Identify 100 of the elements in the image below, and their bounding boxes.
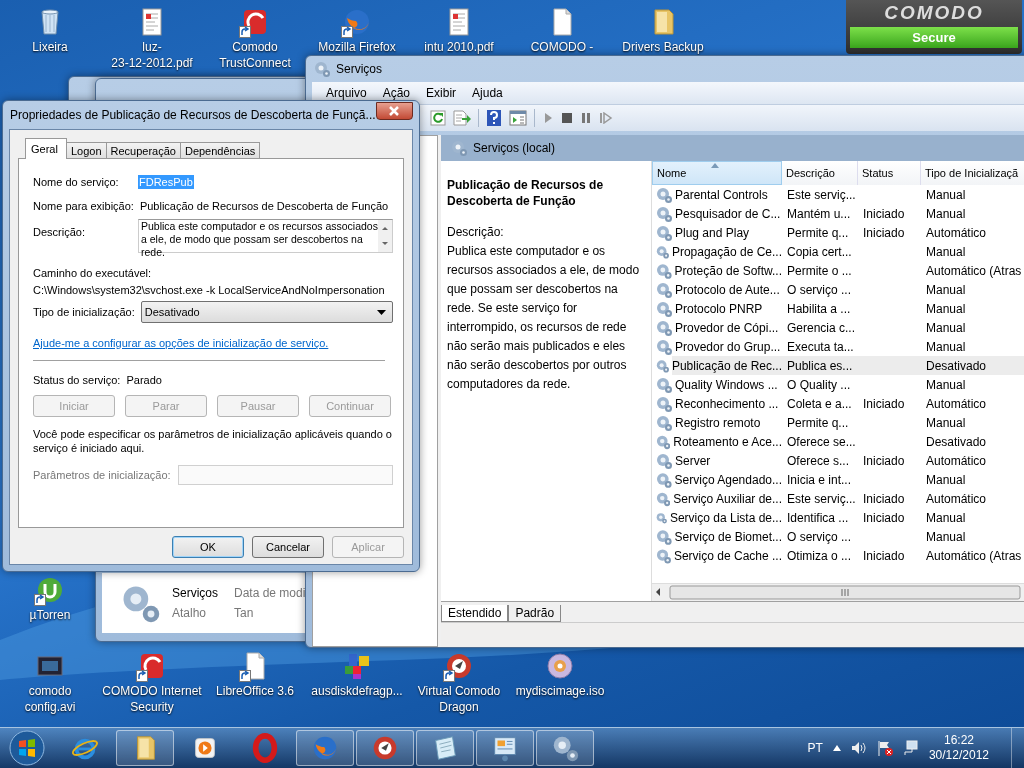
scrollbar[interactable] xyxy=(378,220,392,252)
table-cell-text: Automático (Atras xyxy=(925,547,1023,565)
menu-item[interactable]: Arquivo xyxy=(318,84,375,102)
table-row[interactable]: Serviço Agendado... Inicia e int... Manual xyxy=(652,470,1024,489)
table-cell-text: Copia cert... xyxy=(786,243,853,261)
file-type: Atalho xyxy=(172,606,208,620)
table-cell-text: Mantém u... xyxy=(786,205,852,223)
status-bar: Secure xyxy=(850,27,1018,48)
menu-item[interactable]: Ajuda xyxy=(464,84,511,102)
speaker-icon[interactable] xyxy=(850,741,867,755)
table-cell-text: Oferece se... xyxy=(786,433,857,451)
table-row[interactable]: Reconhecimento ... Coleta e a... Iniciado Automático xyxy=(652,394,1024,413)
taskbar-button[interactable] xyxy=(416,730,474,766)
language-indicator[interactable]: PT xyxy=(807,741,823,755)
table-row[interactable]: Serviço da Lista de... Identifica ... Iniciado Manual xyxy=(652,508,1024,527)
table-cell-text: Protocolo PNRP xyxy=(675,300,763,318)
refresh-icon[interactable] xyxy=(430,110,446,126)
table-row[interactable]: Registro remoto Permite q... Manual xyxy=(652,413,1024,432)
table-cell-text: Manual xyxy=(925,281,967,299)
table-cell-text: Iniciado xyxy=(862,509,906,527)
icon-label: TrustConnect xyxy=(219,56,291,70)
table-row[interactable]: Server Oferece s... Iniciado Automático xyxy=(652,451,1024,470)
field-label: Status do serviço: xyxy=(33,373,121,387)
table-row[interactable]: Provedor de Cópi... Gerencia c... Manual xyxy=(652,318,1024,337)
gear-icon xyxy=(656,376,672,393)
table-row[interactable]: Roteamento e Ace... Oferece se... Desativado xyxy=(652,432,1024,451)
table-cell-text: O Quality ... xyxy=(786,376,852,394)
table-row[interactable]: Protocolo de Aute... O serviço ... Manual xyxy=(652,280,1024,299)
view-tab[interactable]: Padrão xyxy=(508,605,562,622)
desktop-icon[interactable] xyxy=(544,650,576,682)
dialog-button[interactable]: OK xyxy=(172,536,244,558)
table-cell-text: O serviço ... xyxy=(786,281,852,299)
network-icon[interactable] xyxy=(902,740,919,756)
column-header[interactable]: Nome xyxy=(652,161,782,185)
gear-icon xyxy=(656,452,672,469)
table-cell-text: Pesquisador de C... xyxy=(675,205,781,223)
horizontal-scrollbar[interactable] xyxy=(652,583,1024,601)
display-name-value: Publicação de Recursos de Descoberta de Função xyxy=(139,199,389,213)
security-widget[interactable]: COMODO Secure xyxy=(846,0,1022,54)
table-cell-text: Proteção de Softw... xyxy=(674,262,782,280)
taskbar-button[interactable] xyxy=(476,730,534,766)
table-row[interactable]: Protocolo PNRP Habilita a ... Manual xyxy=(652,299,1024,318)
table-row[interactable]: Publicação de Rec... Publica es... Desativado xyxy=(652,356,1024,375)
menu-item[interactable]: Exibir xyxy=(418,84,465,102)
table-row[interactable]: Serviço Auxiliar de... Este serviç... Iniciado Automático xyxy=(652,489,1024,508)
table-cell-text: Manual xyxy=(925,471,967,489)
window-title: Serviços xyxy=(336,62,382,76)
menu-item[interactable]: Ação xyxy=(374,84,419,102)
icon-label: comodo xyxy=(28,684,72,698)
table-row[interactable]: Serviço de Biomet... O serviço ... Manual xyxy=(652,527,1024,546)
table-cell-text: Iniciado xyxy=(862,205,906,223)
flag-icon[interactable] xyxy=(876,740,893,756)
taskbar-button[interactable] xyxy=(296,730,354,766)
up-arrow-icon[interactable] xyxy=(832,745,841,751)
dialog-button[interactable]: Cancelar xyxy=(252,536,324,558)
table-row[interactable]: Propagação de Ce... Copia cert... Manual xyxy=(652,242,1024,261)
pause-icon[interactable] xyxy=(580,112,592,124)
taskbar-button[interactable] xyxy=(536,730,594,766)
o-ring-icon xyxy=(250,733,280,763)
close-button[interactable] xyxy=(375,102,413,120)
column-header[interactable]: Descrição xyxy=(782,161,858,185)
help-icon[interactable] xyxy=(486,109,502,127)
icon-label: Security xyxy=(130,700,174,714)
table-cell-text: Protocolo de Aute... xyxy=(675,281,780,299)
export-icon[interactable] xyxy=(453,110,471,126)
table-row[interactable]: Pesquisador de C... Mantém u... Iniciado Manual xyxy=(652,204,1024,223)
taskbar-button[interactable] xyxy=(356,730,414,766)
clock[interactable]: 16:22 30/12/2012 xyxy=(928,733,989,763)
table-row[interactable]: Proteção de Softw... Permite o ... Automático (Atras xyxy=(652,261,1024,280)
icon-label: mydiscimage.iso xyxy=(515,684,605,698)
table-row[interactable]: Plug and Play Permite q... Iniciado Automático xyxy=(652,223,1024,242)
column-header[interactable]: Status xyxy=(858,161,921,185)
table-cell-text: Parental Controls xyxy=(675,186,768,204)
field-label: Tipo de inicialização: xyxy=(33,305,135,319)
help-link[interactable]: Ajude-me a configurar as opções de inicialização de serviço. xyxy=(33,336,329,350)
gear-icon xyxy=(656,490,671,507)
stop-icon[interactable] xyxy=(561,112,573,124)
table-row[interactable]: Provedor do Grup... Executa ta... Manual xyxy=(652,337,1024,356)
taskbar-button[interactable] xyxy=(116,730,174,766)
window-panel-icon[interactable] xyxy=(509,110,527,126)
view-tab[interactable]: Estendido xyxy=(441,605,509,622)
icon-label: Lixeira xyxy=(32,40,68,54)
table-row[interactable]: Quality Windows ... O Quality ... Manual xyxy=(652,375,1024,394)
table-cell-text: Iniciado xyxy=(862,224,906,242)
table-cell-text: Gerencia c... xyxy=(786,319,857,337)
startup-type-dropdown[interactable]: Desativado xyxy=(140,301,393,323)
path-value: C:\Windows\system32\svchost.exe -k LocalServiceAndNoImpersonation xyxy=(33,283,385,297)
gear-icon xyxy=(656,414,672,431)
table-cell-text: Automático (Atras xyxy=(925,262,1023,280)
icon-label: Virtual Comodo xyxy=(417,684,501,698)
table-cell-text: Propagação de Ce... xyxy=(671,243,782,261)
tab[interactable]: Geral xyxy=(25,138,67,159)
status-value: Parado xyxy=(126,373,162,387)
table-row[interactable]: Parental Controls Este serviç... Manual xyxy=(652,185,1024,204)
close-icon xyxy=(388,106,401,116)
field-label: Caminho do executável: xyxy=(33,266,151,280)
table-cell-text: Desativado xyxy=(925,433,988,451)
table-cell-text: Server xyxy=(675,452,711,470)
table-cell-text: Reconhecimento ... xyxy=(675,395,779,413)
table-row[interactable]: Serviço de Cache ... Otimiza o ... Iniciado Automático (Atras xyxy=(652,546,1024,565)
